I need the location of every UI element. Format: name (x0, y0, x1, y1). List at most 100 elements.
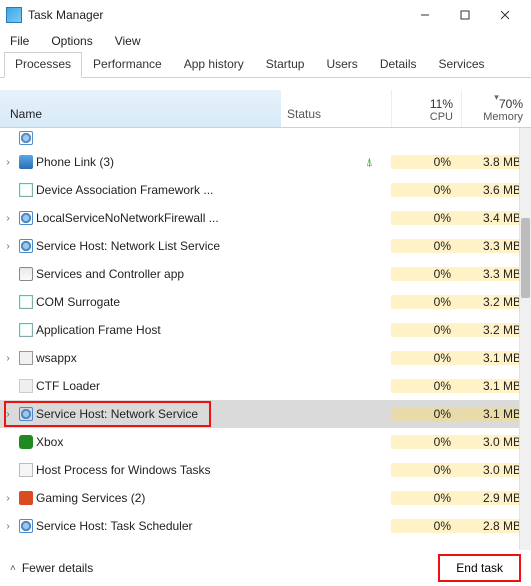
process-name: Xbox (36, 435, 281, 449)
tab-bar: ProcessesPerformanceApp historyStartupUs… (0, 52, 531, 78)
phone-icon (16, 155, 36, 169)
expander-icon[interactable]: › (0, 213, 16, 224)
process-name: Device Association Framework ... (36, 183, 281, 197)
tab-services[interactable]: Services (428, 52, 496, 77)
menu-view[interactable]: View (111, 32, 145, 50)
maximize-button[interactable] (445, 4, 485, 26)
process-row[interactable]: ›wsappx0%3.1 MB (0, 344, 531, 372)
process-name: CTF Loader (36, 379, 281, 393)
column-header-cpu[interactable]: 11% CPU (391, 90, 461, 127)
expander-icon[interactable]: › (0, 157, 16, 168)
services-icon (16, 267, 36, 281)
column-header-status[interactable]: Status (281, 90, 391, 127)
process-name: Application Frame Host (36, 323, 281, 337)
gear-icon (16, 211, 36, 225)
host-icon (16, 463, 36, 477)
process-cpu: 0% (391, 351, 461, 365)
xbox-icon (16, 435, 36, 449)
process-name: COM Surrogate (36, 295, 281, 309)
process-row[interactable]: Services and Controller app0%3.3 MB (0, 260, 531, 288)
tab-users[interactable]: Users (315, 52, 368, 77)
app-icon (6, 7, 22, 23)
process-row[interactable]: Application Frame Host0%3.2 MB (0, 316, 531, 344)
process-name: Phone Link (3) (36, 155, 281, 169)
process-row[interactable]: ›LocalServiceNoNetworkFirewall ...0%3.4 … (0, 204, 531, 232)
process-row[interactable] (0, 128, 531, 148)
chevron-up-icon: ˄ (10, 563, 16, 574)
process-name: Service Host: Network List Service (36, 239, 281, 253)
menu-bar: File Options View (0, 30, 531, 52)
process-row[interactable]: Host Process for Windows Tasks0%3.0 MB (0, 456, 531, 484)
process-cpu: 0% (391, 435, 461, 449)
process-cpu: 0% (391, 211, 461, 225)
close-button[interactable] (485, 4, 525, 26)
process-row[interactable]: ›Service Host: Task Scheduler0%2.8 MB (0, 512, 531, 540)
column-header-memory[interactable]: ▾ 70% Memory (461, 90, 531, 127)
process-row[interactable]: ›Phone Link (3)⍋0%3.8 MB (0, 148, 531, 176)
process-name: Gaming Services (2) (36, 491, 281, 505)
tab-processes[interactable]: Processes (4, 52, 82, 78)
process-cpu: 0% (391, 519, 461, 533)
window-icon (16, 183, 36, 197)
process-cpu: 0% (391, 239, 461, 253)
sort-indicator-icon: ▾ (494, 92, 499, 103)
process-row[interactable]: ›Service Host: Network Service0%3.1 MB (0, 400, 531, 428)
fewer-details-label: Fewer details (22, 561, 93, 575)
process-cpu: 0% (391, 323, 461, 337)
process-row[interactable]: ›Service Host: Network List Service0%3.3… (0, 232, 531, 260)
ctf-icon (16, 379, 36, 393)
window-icon (16, 323, 36, 337)
minimize-button[interactable] (405, 4, 445, 26)
process-cpu: 0% (391, 491, 461, 505)
gaming-icon (16, 491, 36, 505)
tab-performance[interactable]: Performance (82, 52, 173, 77)
gear-icon (16, 407, 36, 421)
process-cpu: 0% (391, 379, 461, 393)
tab-app-history[interactable]: App history (173, 52, 255, 77)
expander-icon[interactable]: › (0, 493, 16, 504)
fewer-details-toggle[interactable]: ˄ Fewer details (10, 561, 93, 575)
menu-options[interactable]: Options (47, 32, 96, 50)
wsappx-icon (16, 351, 36, 365)
menu-file[interactable]: File (6, 32, 33, 50)
gear-icon (16, 239, 36, 253)
expander-icon[interactable]: › (0, 353, 16, 364)
vertical-scrollbar[interactable] (519, 128, 531, 557)
titlebar: Task Manager (0, 0, 531, 30)
process-cpu: 0% (391, 463, 461, 477)
process-name: wsappx (36, 351, 281, 365)
gear-icon (16, 519, 36, 533)
process-name: Service Host: Network Service (36, 407, 281, 421)
process-cpu: 0% (391, 267, 461, 281)
cpu-percent: 11% (430, 97, 453, 111)
window-icon (16, 295, 36, 309)
process-name: Services and Controller app (36, 267, 281, 281)
expander-icon[interactable]: › (0, 409, 16, 420)
process-row[interactable]: COM Surrogate0%3.2 MB (0, 288, 531, 316)
scrollbar-thumb[interactable] (521, 218, 530, 298)
process-name: Host Process for Windows Tasks (36, 463, 281, 477)
process-row[interactable]: Xbox0%3.0 MB (0, 428, 531, 456)
process-list[interactable]: ›Phone Link (3)⍋0%3.8 MBDevice Associati… (0, 128, 531, 558)
tab-startup[interactable]: Startup (255, 52, 316, 77)
column-header-name[interactable]: Name (0, 90, 281, 127)
process-row[interactable]: ›Gaming Services (2)0%2.9 MB (0, 484, 531, 512)
expander-icon[interactable]: › (0, 241, 16, 252)
expander-icon[interactable]: › (0, 521, 16, 532)
process-name: Service Host: Task Scheduler (36, 519, 281, 533)
process-name: LocalServiceNoNetworkFirewall ... (36, 211, 281, 225)
process-cpu: 0% (391, 155, 461, 169)
gear-icon (16, 131, 36, 145)
window-title: Task Manager (28, 8, 103, 22)
footer: ˄ Fewer details End task (0, 550, 531, 586)
memory-percent: 70% (499, 97, 523, 111)
leaf-icon: ⍋ (366, 155, 373, 170)
process-cpu: 0% (391, 407, 461, 421)
process-row[interactable]: CTF Loader0%3.1 MB (0, 372, 531, 400)
process-row[interactable]: Device Association Framework ...0%3.6 MB (0, 176, 531, 204)
process-cpu: 0% (391, 183, 461, 197)
table-header: Name Status 11% CPU ▾ 70% Memory (0, 90, 531, 128)
tab-details[interactable]: Details (369, 52, 428, 77)
process-cpu: 0% (391, 295, 461, 309)
end-task-button[interactable]: End task (438, 554, 521, 582)
